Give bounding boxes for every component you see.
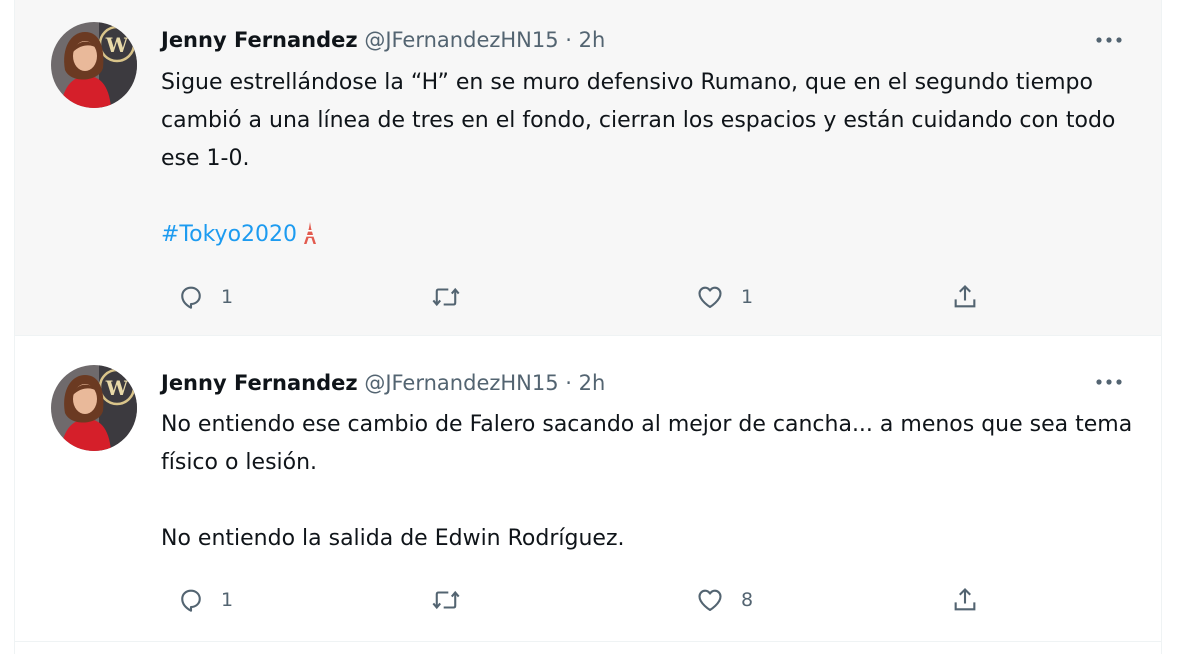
like-count: 1 (741, 286, 754, 308)
retweet-icon (432, 287, 460, 307)
tweet-paragraph: No entiendo la salida de Edwin Rodríguez… (161, 526, 625, 551)
more-options-button[interactable] (1089, 25, 1129, 55)
more-options-button[interactable] (1089, 367, 1129, 397)
separator-dot: · (565, 28, 572, 52)
tweet-header: Jenny Fernandez @JFernandezHN15 · 2h (161, 366, 1121, 400)
share-icon (954, 285, 976, 308)
author-name[interactable]: Jenny Fernandez (161, 371, 358, 395)
reply-count: 1 (221, 286, 234, 308)
tweet-actions: 1 8 (161, 580, 981, 620)
author-handle[interactable]: @JFernandezHN15 (364, 371, 558, 395)
tweet-header: Jenny Fernandez @JFernandezHN15 · 2h (161, 23, 1121, 57)
reply-button[interactable]: 1 (177, 580, 233, 620)
share-icon (954, 588, 976, 611)
timeline-feed: W Jenny Fernandez @JFernandezHN15 · 2h S… (14, 0, 1162, 654)
hashtag-line: #Tokyo2020 (161, 216, 1151, 258)
more-dots-icon (1096, 379, 1122, 385)
reply-icon (181, 589, 201, 612)
more-dots-icon (1096, 37, 1122, 43)
tweet-actions: 1 1 (161, 277, 981, 317)
tweet-paragraph: No entiendo ese cambio de Falero sacando… (161, 412, 1133, 475)
tweet[interactable]: W Jenny Fernandez @JFernandezHN15 · 2h N… (15, 340, 1161, 642)
author-name[interactable]: Jenny Fernandez (161, 28, 358, 52)
timestamp[interactable]: 2h (579, 371, 606, 395)
like-count: 8 (741, 589, 754, 611)
like-button[interactable]: 8 (695, 580, 753, 620)
svg-text:W: W (105, 376, 129, 400)
hashtag-link[interactable]: #Tokyo2020 (161, 222, 297, 247)
avatar[interactable]: W (51, 22, 137, 108)
svg-text:W: W (105, 33, 129, 57)
tweet-text: Sigue estrellándose la “H” en se muro de… (161, 64, 1151, 258)
reply-icon (181, 286, 201, 309)
share-button[interactable] (951, 277, 979, 317)
tweet-text: No entiendo ese cambio de Falero sacando… (161, 406, 1151, 558)
reply-button[interactable]: 1 (177, 277, 233, 317)
retweet-icon (432, 590, 460, 610)
heart-icon (698, 286, 722, 308)
reply-count: 1 (221, 589, 234, 611)
avatar[interactable]: W (51, 365, 137, 451)
heart-icon (698, 589, 722, 611)
separator-dot: · (565, 371, 572, 395)
tweet-paragraph: Sigue estrellándose la “H” en se muro de… (161, 70, 1116, 171)
share-button[interactable] (951, 580, 979, 620)
retweet-button[interactable] (431, 277, 477, 317)
timestamp[interactable]: 2h (579, 28, 606, 52)
tweet[interactable]: W Jenny Fernandez @JFernandezHN15 · 2h S… (15, 0, 1161, 336)
like-button[interactable]: 1 (695, 277, 753, 317)
author-handle[interactable]: @JFernandezHN15 (364, 28, 558, 52)
tokyo-tower-icon (301, 220, 319, 258)
retweet-button[interactable] (431, 580, 477, 620)
